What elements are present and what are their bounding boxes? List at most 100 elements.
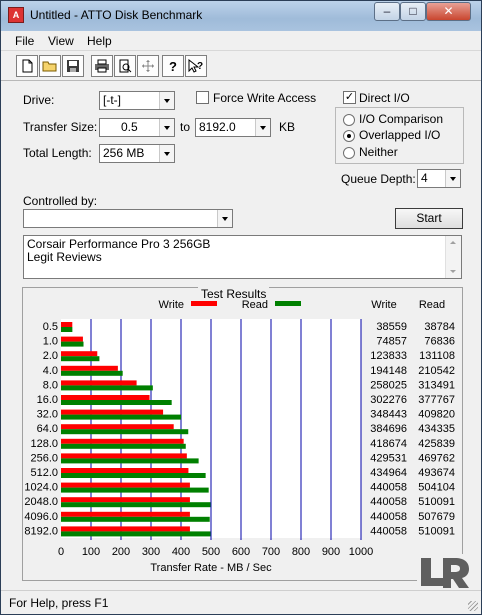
read-bar [61,370,123,376]
write-value-label: 194148 [370,365,407,377]
write-bar [61,468,189,473]
write-bar [61,526,190,532]
category-label: 2048.0 [24,496,58,508]
save-icon [67,60,79,72]
window-title: Untitled - ATTO Disk Benchmark [30,8,203,22]
chevron-down-icon [217,210,232,227]
total-length-label: Total Length: [23,146,92,160]
category-label: 16.0 [37,394,58,406]
context-help-icon: ? [188,59,203,73]
resize-grip-icon[interactable] [468,601,478,611]
read-value-label: 510091 [418,496,455,508]
x-axis-label: Transfer Rate - MB / Sec [150,562,272,574]
chevron-down-icon [255,119,270,136]
checkmark-icon: ✓ [344,91,355,103]
read-value-label: 313491 [418,379,455,391]
read-value-label: 76836 [424,336,455,348]
status-bar: For Help, press F1 [1,590,481,614]
x-tick-label: 300 [142,546,160,558]
read-bar [61,429,189,435]
description-scrollbar[interactable] [445,236,461,278]
print-icon [95,59,109,73]
force-write-checkbox[interactable] [196,91,209,104]
legit-reviews-logo [417,554,475,590]
drive-select[interactable]: [-t-] [99,91,175,110]
move-button[interactable] [137,55,159,77]
menu-file[interactable]: File [15,34,34,48]
write-value-label: 302276 [370,394,407,406]
move-icon [142,60,154,72]
drive-value: [-t-] [103,93,121,107]
total-length-select[interactable]: 256 MB [99,144,175,163]
transfer-size-label: Transfer Size: [23,120,98,134]
read-bar [61,414,182,420]
context-help-button[interactable]: ? [185,55,207,77]
legend-read-swatch [275,301,301,306]
read-bar [61,458,199,464]
category-label: 1024.0 [24,482,58,494]
open-button[interactable] [39,55,61,77]
write-value-label: 384696 [370,423,407,435]
read-value-label: 38784 [424,321,455,333]
direct-io-label: Direct I/O [359,91,410,105]
read-bar [61,443,186,449]
read-value-label: 510091 [418,525,455,537]
write-bar [61,336,83,342]
description-textarea[interactable]: Corsair Performance Pro 3 256GB Legit Re… [23,235,462,279]
minimize-button[interactable]: – [374,2,400,21]
print-preview-button[interactable] [114,55,136,77]
category-label: 256.0 [30,452,58,464]
transfer-from-select[interactable]: 0.5 [99,118,175,137]
io-comparison-radio[interactable] [343,114,355,126]
category-label: 8192.0 [24,525,58,537]
read-value-label: 504104 [418,482,455,494]
write-bar [61,380,137,386]
write-bar [61,365,118,371]
drive-label: Drive: [23,93,55,107]
transfer-from-value: 0.5 [121,120,138,134]
minimize-icon: – [383,4,391,18]
transfer-to-select[interactable]: 8192.0 [195,118,271,137]
print-button[interactable] [91,55,113,77]
neither-radio[interactable] [343,147,355,159]
x-tick-label: 400 [172,546,190,558]
svg-text:?: ? [169,59,177,73]
svg-text:?: ? [197,61,203,72]
new-file-button[interactable] [16,55,38,77]
test-results-group: Test Results Write Read Write Read 0.5 1.… [22,287,463,581]
read-bar [61,516,210,522]
category-label: 4.0 [43,365,58,377]
app-icon[interactable]: A [8,7,24,23]
write-bar [61,351,98,357]
overlapped-io-radio[interactable] [343,130,355,142]
title-bar[interactable]: A Untitled - ATTO Disk Benchmark – □ ✕ [1,1,481,31]
transfer-to-value: 8192.0 [199,120,236,134]
atto-window: A Untitled - ATTO Disk Benchmark – □ ✕ F… [0,0,482,615]
write-bar [61,497,190,503]
new-file-icon [22,59,33,73]
write-bar [61,322,73,327]
read-column-header: Read [419,299,445,311]
controlled-by-select[interactable] [23,209,233,228]
queue-depth-select[interactable]: 4 [417,169,461,188]
write-bar [61,424,174,430]
write-value-label: 440058 [370,482,407,494]
open-folder-icon [42,61,57,72]
help-button[interactable]: ? [162,55,184,77]
menu-view[interactable]: View [48,34,74,48]
x-tick-label: 700 [262,546,280,558]
controlled-by-label: Controlled by: [23,194,98,208]
start-button[interactable]: Start [395,208,463,229]
write-value-label: 38559 [376,321,407,333]
menu-help[interactable]: Help [87,34,112,48]
save-button[interactable] [62,55,84,77]
chevron-down-icon [159,119,174,136]
legit-reviews-logo-icon [417,554,475,590]
read-bar [61,473,206,478]
direct-io-checkbox[interactable]: ✓ [343,91,356,104]
status-text: For Help, press F1 [9,596,109,610]
close-button[interactable]: ✕ [426,2,471,21]
read-bar [61,341,84,347]
write-value-label: 434964 [370,467,407,479]
maximize-button[interactable]: □ [400,2,426,21]
